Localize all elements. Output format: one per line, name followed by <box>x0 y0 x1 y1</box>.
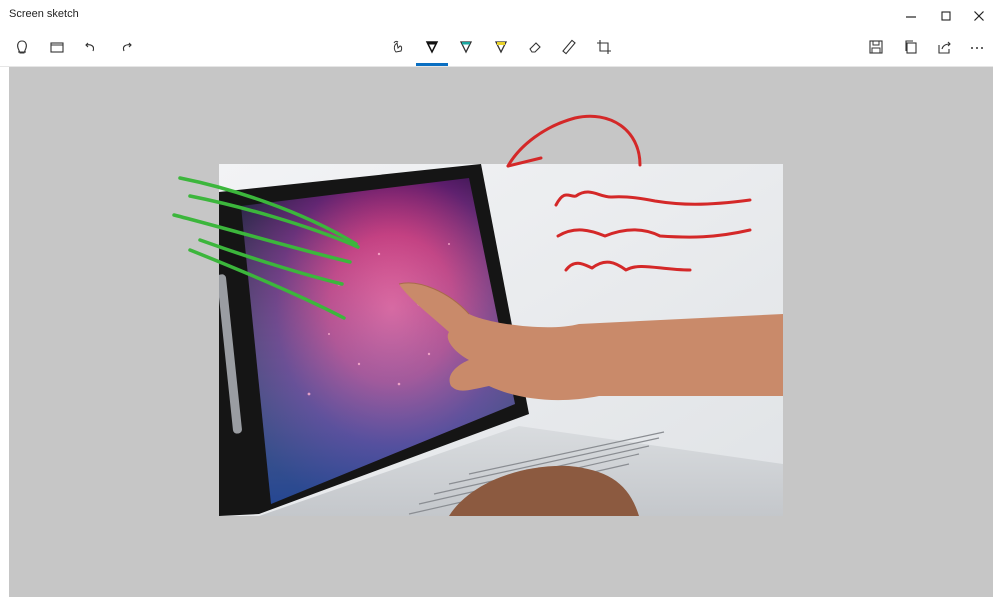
maximize-icon <box>941 11 951 21</box>
touch-writing-icon <box>17 40 27 54</box>
laptop-photo <box>219 164 783 516</box>
save-icon <box>869 40 883 54</box>
eraser-icon <box>529 42 541 53</box>
eraser-button[interactable] <box>520 34 550 60</box>
more-icon <box>971 47 983 49</box>
highlighter-button[interactable] <box>486 34 516 60</box>
ruler-icon <box>562 39 576 55</box>
highlighter-icon <box>494 41 508 54</box>
redo-icon <box>122 42 132 52</box>
undo-button[interactable] <box>76 34 106 60</box>
screen-sketch-window: Screen sketch <box>0 0 993 597</box>
toolbar <box>0 30 993 67</box>
crop-icon <box>597 40 611 54</box>
ruler-button[interactable] <box>554 34 584 60</box>
touch-writing-button[interactable] <box>7 34 37 60</box>
maximize-button[interactable] <box>931 6 961 26</box>
more-options-button[interactable] <box>962 34 992 60</box>
ballpoint-pen-button[interactable] <box>417 34 447 60</box>
minimize-icon <box>906 16 916 18</box>
window-title: Screen sketch <box>9 8 79 20</box>
share-button[interactable] <box>930 34 960 60</box>
share-icon <box>938 41 951 54</box>
minimize-button[interactable] <box>896 6 926 26</box>
copy-icon <box>905 40 917 54</box>
open-file-button[interactable] <box>42 34 72 60</box>
save-button[interactable] <box>861 34 891 60</box>
active-tool-indicator <box>416 63 448 66</box>
touch-writing-hand-icon <box>393 40 403 53</box>
close-icon <box>974 11 984 21</box>
redo-button[interactable] <box>111 34 141 60</box>
pencil-button[interactable] <box>451 34 481 60</box>
pencil-icon <box>459 41 473 54</box>
screenshot-image <box>219 164 783 516</box>
touch-writing-hand-button[interactable] <box>383 34 413 60</box>
close-button[interactable] <box>964 6 993 26</box>
undo-icon <box>85 42 95 52</box>
ballpoint-pen-icon <box>425 41 439 54</box>
copy-button[interactable] <box>896 34 926 60</box>
crop-button[interactable] <box>589 34 619 60</box>
open-folder-icon <box>50 42 64 53</box>
title-bar: Screen sketch <box>0 0 993 30</box>
